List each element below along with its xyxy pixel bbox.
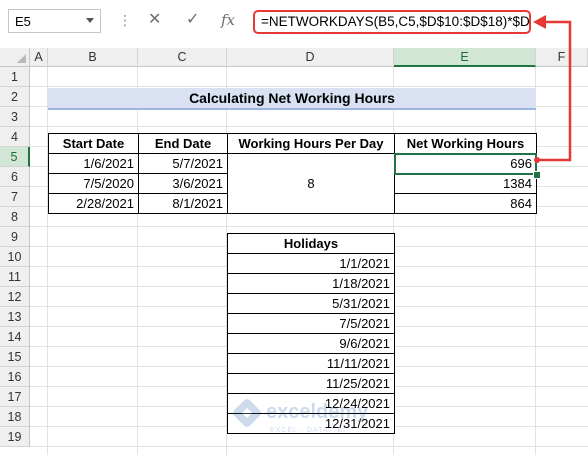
row-header-16[interactable]: 16 (0, 367, 30, 387)
row-header-11[interactable]: 11 (0, 267, 30, 287)
row-header-9[interactable]: 9 (0, 227, 30, 247)
select-all-button[interactable] (0, 48, 30, 67)
cell-end-date[interactable]: 5/7/2021 (138, 153, 228, 174)
row-header-17[interactable]: 17 (0, 387, 30, 407)
header-start-date[interactable]: Start Date (48, 133, 139, 154)
sheet-title[interactable]: Calculating Net Working Hours (48, 88, 536, 110)
checkmark-icon[interactable]: ✓ (186, 10, 199, 30)
row-header-4[interactable]: 4 (0, 127, 30, 147)
column-header-f[interactable]: F (536, 48, 588, 67)
cell-start-date[interactable]: 1/6/2021 (48, 153, 139, 174)
name-box-value: E5 (15, 14, 31, 29)
name-box[interactable]: E5 (8, 9, 101, 33)
row-header-14[interactable]: 14 (0, 327, 30, 347)
formula-input[interactable]: =NETWORKDAYS(B5,C5,$D$10:$D$18)*$D$5 (253, 10, 531, 34)
more-options-icon: ⋮ (118, 12, 132, 28)
cell-net-working-hours[interactable]: 696 (394, 153, 537, 174)
gridline-horizontal (30, 126, 588, 127)
holiday-date[interactable]: 1/18/2021 (227, 273, 395, 294)
insert-function-icon[interactable]: fx (221, 10, 235, 30)
cell-net-working-hours[interactable]: 864 (394, 193, 537, 214)
chevron-down-icon[interactable] (86, 18, 94, 23)
header-net-working-hours[interactable]: Net Working Hours (394, 133, 537, 154)
holiday-date[interactable]: 9/6/2021 (227, 333, 395, 354)
cell-end-date[interactable]: 8/1/2021 (138, 193, 228, 214)
cell-start-date[interactable]: 7/5/2020 (48, 173, 139, 194)
row-header-18[interactable]: 18 (0, 407, 30, 427)
cell-hours-per-day-merged[interactable]: 8 (227, 153, 395, 214)
row-header-2[interactable]: 2 (0, 87, 30, 107)
row-header-1[interactable]: 1 (0, 67, 30, 87)
row-header-13[interactable]: 13 (0, 307, 30, 327)
watermark-name: exceldemy (266, 401, 369, 423)
watermark-tagline: EXCEL · DATA · BI (270, 427, 346, 434)
holiday-date[interactable]: 11/25/2021 (227, 373, 395, 394)
cancel-icon[interactable]: ✕ (148, 10, 161, 30)
fill-handle[interactable] (533, 171, 541, 179)
column-header-a[interactable]: A (30, 48, 48, 67)
column-header-c[interactable]: C (138, 48, 227, 67)
header-end-date[interactable]: End Date (138, 133, 228, 154)
column-header-d[interactable]: D (227, 48, 394, 67)
holiday-date[interactable]: 5/31/2021 (227, 293, 395, 314)
row-header-15[interactable]: 15 (0, 347, 30, 367)
cell-net-working-hours[interactable]: 1384 (394, 173, 537, 194)
exceldemy-logo-icon (233, 399, 261, 427)
row-header-19[interactable]: 19 (0, 427, 30, 447)
header-holidays[interactable]: Holidays (227, 233, 395, 254)
column-header-e[interactable]: E (394, 48, 536, 67)
row-header-10[interactable]: 10 (0, 247, 30, 267)
row-header-8[interactable]: 8 (0, 207, 30, 227)
gridline-horizontal (30, 226, 588, 227)
cell-end-date[interactable]: 3/6/2021 (138, 173, 228, 194)
header-working-hours-per-day[interactable]: Working Hours Per Day (227, 133, 395, 154)
holiday-date[interactable]: 11/11/2021 (227, 353, 395, 374)
holiday-date[interactable]: 7/5/2021 (227, 313, 395, 334)
formula-bar: E5 ⋮ ✕ ✓ fx =NETWORKDAYS(B5,C5,$D$10:$D$… (0, 0, 588, 47)
gridline-horizontal (30, 446, 588, 447)
row-header-12[interactable]: 12 (0, 287, 30, 307)
select-all-triangle-icon (17, 54, 26, 63)
row-header-3[interactable]: 3 (0, 107, 30, 127)
cell-start-date[interactable]: 2/28/2021 (48, 193, 139, 214)
row-header-7[interactable]: 7 (0, 187, 30, 207)
column-header-b[interactable]: B (48, 48, 138, 67)
gridline-horizontal (30, 86, 588, 87)
row-header-6[interactable]: 6 (0, 167, 30, 187)
holiday-date[interactable]: 1/1/2021 (227, 253, 395, 274)
row-header-5[interactable]: 5 (0, 147, 30, 167)
watermark-logo: exceldemy EXCEL · DATA · BI (233, 399, 369, 434)
